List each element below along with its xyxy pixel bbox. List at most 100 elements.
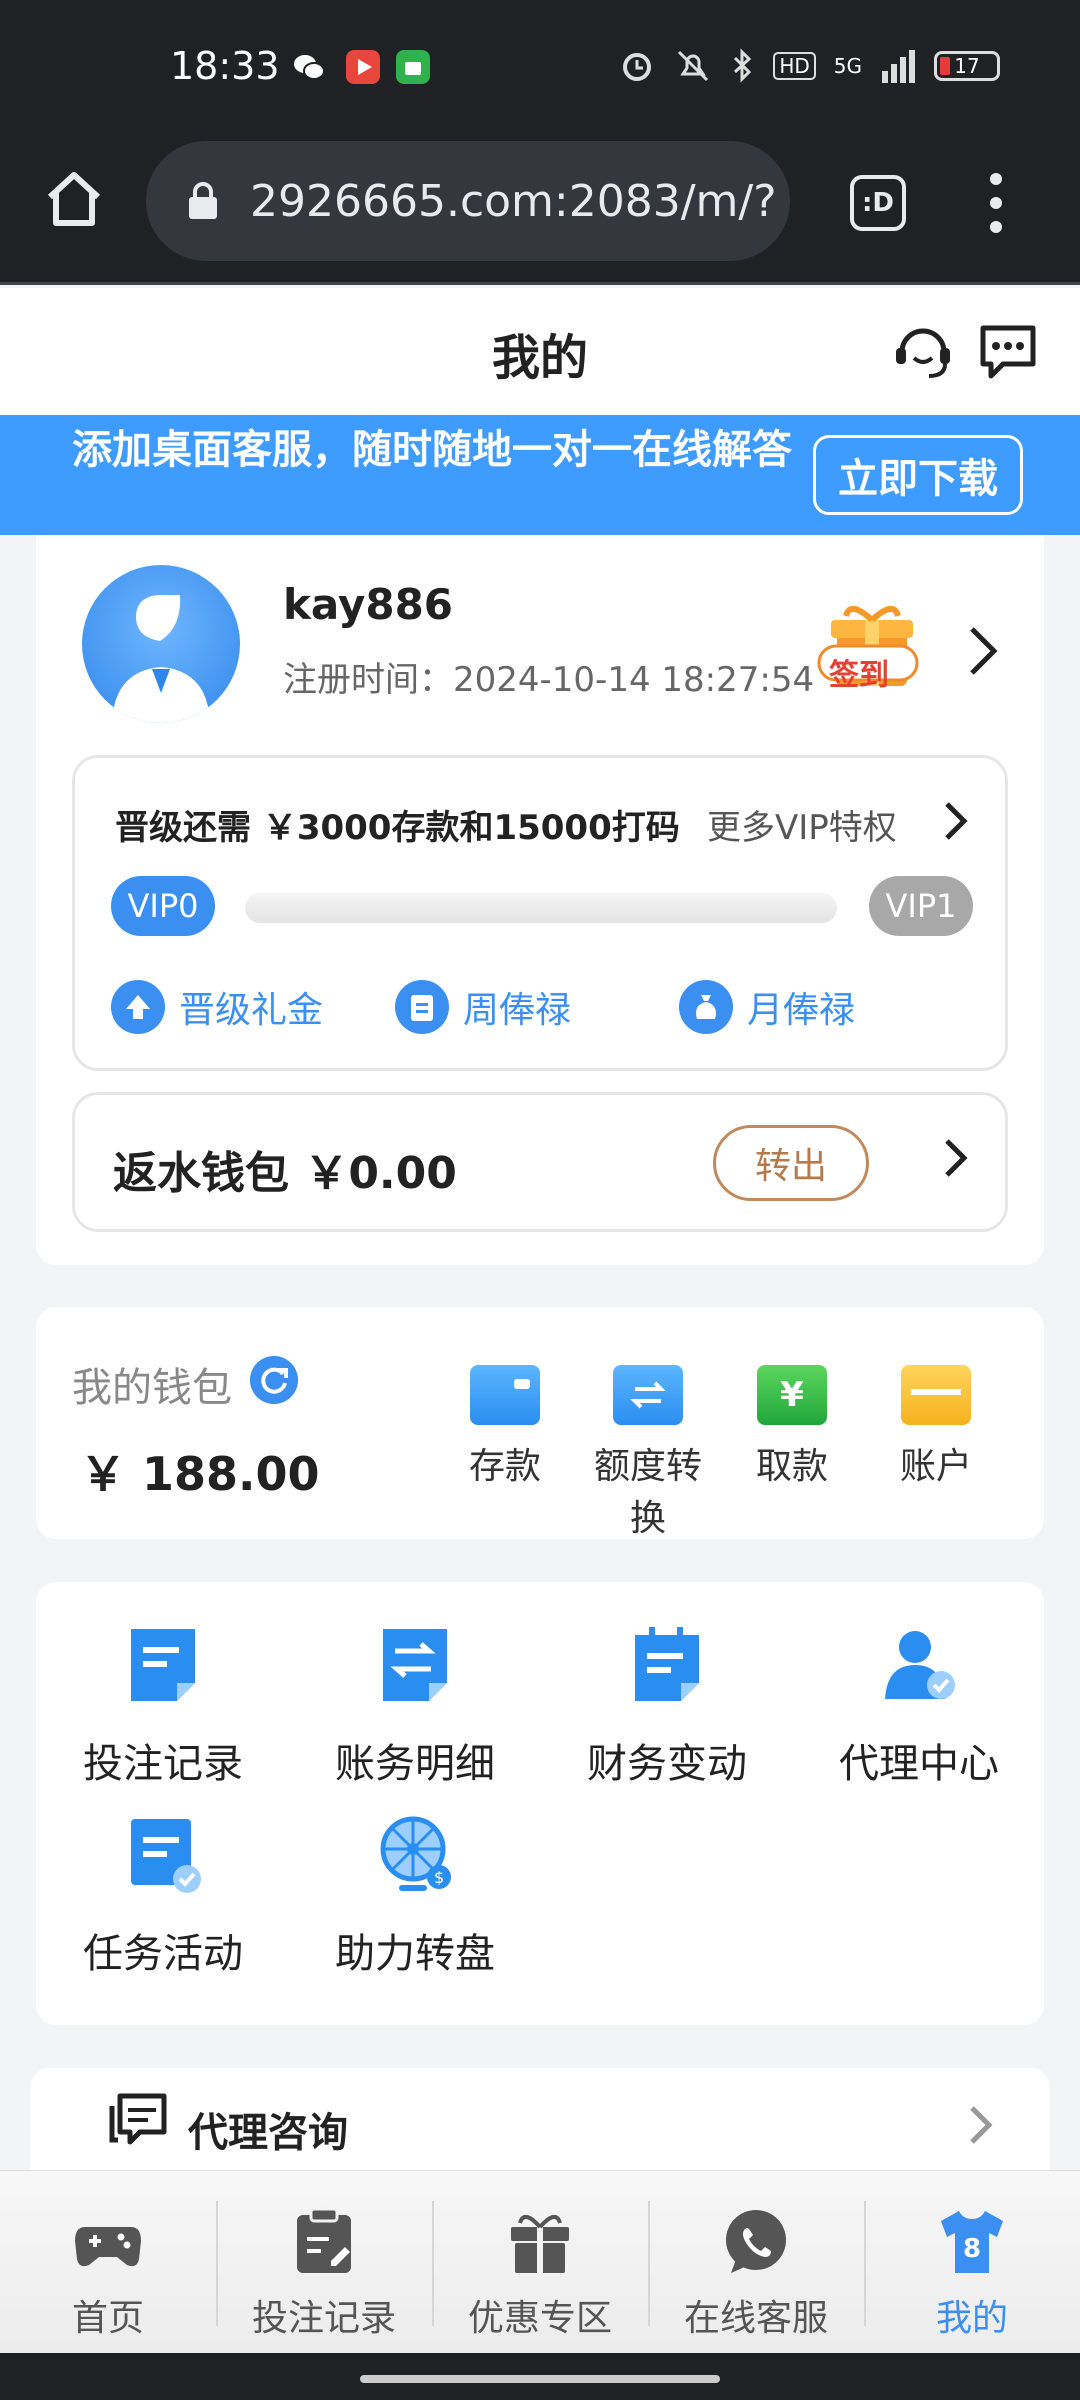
- exchange-icon: [613, 1365, 683, 1425]
- status-icons: HD 5G 17: [619, 48, 1000, 84]
- calendar-document-icon: [635, 1627, 699, 1701]
- whatsapp-icon: [726, 2210, 786, 2273]
- grid-label: 投注记录: [83, 1741, 243, 1787]
- deposit-button[interactable]: 存款: [435, 1365, 575, 1489]
- nav-label: 首页: [71, 2298, 144, 2339]
- perk-weekly-salary[interactable]: 周俸禄: [395, 980, 571, 1034]
- grid-finance-changes[interactable]: 财务变动: [552, 1625, 782, 1789]
- money-bag-icon: [679, 980, 733, 1034]
- perk-monthly-salary[interactable]: 月俸禄: [679, 980, 855, 1034]
- bluetooth-icon: [734, 48, 752, 83]
- page-header: 我的: [0, 288, 1080, 415]
- avatar[interactable]: [82, 565, 240, 723]
- action-label: 账户: [899, 1446, 972, 1487]
- grid-label: 账务明细: [335, 1741, 495, 1787]
- wallet-balance: ￥ 188.00: [80, 1447, 320, 1501]
- signin-label: 签到: [829, 658, 889, 693]
- vip-progress-bar: [245, 893, 837, 923]
- agent-consult-row[interactable]: 代理咨询: [30, 2068, 1050, 2178]
- transfer-out-button[interactable]: 转出: [713, 1125, 869, 1201]
- wheel-icon: $: [380, 1816, 451, 1891]
- profile-chevron-right-icon[interactable]: [968, 625, 1000, 677]
- clipboard-edit-icon: [297, 2207, 351, 2273]
- rebate-wallet: 返水钱包 ￥0.00 转出: [72, 1092, 1008, 1232]
- username: kay886: [283, 580, 454, 629]
- vip-more-link[interactable]: 更多VIP特权: [707, 800, 897, 849]
- user-avatar-icon: [112, 595, 210, 723]
- grid-label: 代理中心: [839, 1741, 999, 1787]
- download-button[interactable]: 立即下载: [813, 435, 1023, 515]
- shop-app-icon: [396, 50, 430, 84]
- transfer-button[interactable]: 额度转换: [578, 1365, 718, 1541]
- bottom-nav: 首页 投注记录 优惠专区 在线客服 8 我的: [0, 2170, 1080, 2353]
- url-bar[interactable]: 2926665.com:2083/m/?: [146, 141, 790, 261]
- signin-button[interactable]: 签到: [815, 590, 925, 700]
- grid-label: 助力转盘: [335, 1931, 495, 1977]
- nav-bet-records[interactable]: 投注记录: [216, 2171, 432, 2354]
- wechat-icon: [294, 55, 325, 80]
- message-icon[interactable]: [975, 318, 1041, 384]
- nav-mine[interactable]: 8 我的: [864, 2171, 1080, 2354]
- nav-promotions[interactable]: 优惠专区: [432, 2171, 648, 2354]
- perk-label: 月俸禄: [747, 990, 856, 1031]
- rebate-chevron-right-icon[interactable]: [943, 1137, 969, 1179]
- download-banner: 添加桌面客服，随时随地一对一在线解答 立即下载: [0, 415, 1080, 535]
- vip-requirement: 晋级还需 ￥3000存款和15000打码: [115, 808, 680, 848]
- withdraw-button[interactable]: ¥ 取款: [722, 1365, 862, 1489]
- grid-task-activities[interactable]: 任务活动: [48, 1815, 278, 1979]
- perk-label: 周俸禄: [463, 990, 572, 1031]
- battery-level: 17: [954, 54, 980, 78]
- svg-text:8: 8: [963, 2234, 981, 2264]
- customer-service-icon[interactable]: [890, 318, 956, 384]
- browser-menu-button[interactable]: [986, 173, 1006, 233]
- vip-current-badge: VIP0: [111, 876, 215, 936]
- grid-agent-center[interactable]: 代理中心: [804, 1625, 1034, 1789]
- signal-icon: [882, 50, 915, 83]
- task-document-icon: [131, 1819, 201, 1893]
- vip-chevron-right-icon[interactable]: [943, 800, 969, 842]
- clipboard-icon: [395, 980, 449, 1034]
- action-label: 额度转换: [593, 1446, 702, 1539]
- status-bar: 18:33 HD 5G 17: [0, 0, 1080, 135]
- nav-label: 优惠专区: [467, 2298, 612, 2339]
- grid-account-details[interactable]: 账务明细: [300, 1625, 530, 1789]
- gift-box-icon: [511, 2215, 569, 2273]
- action-label: 存款: [468, 1446, 541, 1487]
- svg-text:$: $: [434, 1868, 444, 1887]
- hd-badge: HD: [773, 52, 816, 80]
- url-text[interactable]: 2926665.com:2083/m/?: [250, 176, 790, 227]
- grid-bet-records[interactable]: 投注记录: [48, 1625, 278, 1789]
- gesture-bar: [0, 2353, 1080, 2400]
- tabs-button[interactable]: :D: [850, 175, 906, 231]
- register-time: 注册时间：2024-10-14 18:27:54: [283, 660, 815, 700]
- grid-label: 财务变动: [587, 1741, 747, 1787]
- agent-user-icon: [885, 1631, 955, 1699]
- nav-label: 我的: [935, 2298, 1008, 2339]
- nav-online-service[interactable]: 在线客服: [648, 2171, 864, 2354]
- perk-label: 晋级礼金: [179, 990, 324, 1031]
- document-icon: [131, 1629, 195, 1701]
- agent-consult-label: 代理咨询: [188, 2110, 348, 2156]
- arrow-up-icon: [111, 980, 165, 1034]
- jersey-icon: 8: [941, 2211, 1003, 2273]
- network-label: 5G: [833, 54, 862, 78]
- account-button[interactable]: 账户: [866, 1365, 1006, 1489]
- banner-text: 添加桌面客服，随时随地一对一在线解答: [72, 427, 792, 473]
- perk-promotion-bonus[interactable]: 晋级礼金: [111, 980, 323, 1034]
- wallet-label: 我的钱包: [72, 1365, 232, 1411]
- agent-chevron-right-icon: [970, 2106, 993, 2144]
- mute-icon: [678, 50, 709, 82]
- grid-lucky-wheel[interactable]: $ 助力转盘: [300, 1815, 530, 1979]
- alarm-icon: [623, 53, 652, 81]
- nav-home[interactable]: 首页: [0, 2171, 216, 2354]
- gesture-handle[interactable]: [360, 2375, 720, 2383]
- lock-icon: [189, 182, 217, 219]
- home-icon[interactable]: [42, 167, 106, 231]
- refresh-icon[interactable]: [250, 1356, 298, 1404]
- wallet-icon: [470, 1365, 540, 1425]
- card-icon: [901, 1365, 971, 1425]
- vip-panel: 晋级还需 ￥3000存款和15000打码 更多VIP特权 VIP0 VIP1 晋…: [72, 755, 1008, 1071]
- gamepad-icon: [75, 2227, 141, 2267]
- vip-next-badge: VIP1: [869, 876, 973, 936]
- withdraw-icon: ¥: [757, 1365, 827, 1425]
